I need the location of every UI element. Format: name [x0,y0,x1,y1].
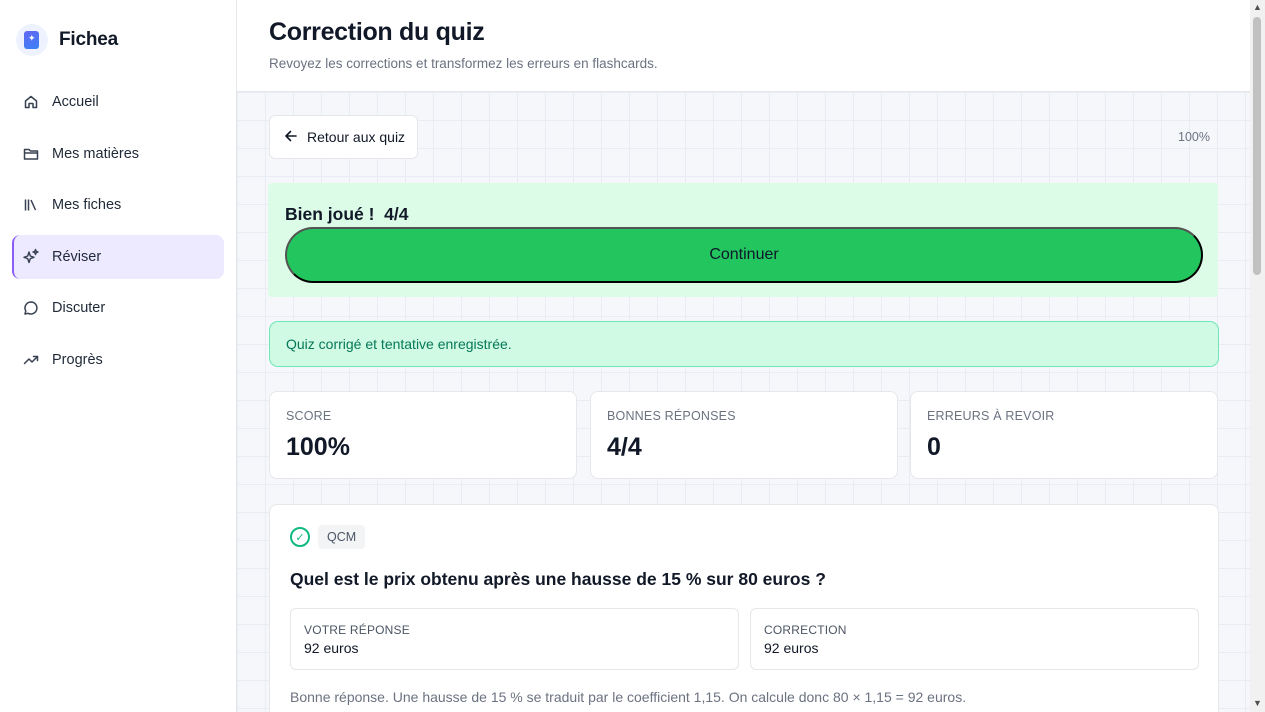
page-header: Correction du quiz Revoyez les correctio… [237,0,1250,92]
result-title: Bien joué ! 4/4 [285,204,409,224]
stat-label: BONNES RÉPONSES [607,409,736,423]
check-circle-icon: ✓ [290,527,310,547]
correction-label: CORRECTION [764,623,847,637]
page-title: Correction du quiz [269,18,485,46]
continue-button[interactable]: Continuer [285,227,1203,283]
success-alert: Quiz corrigé et tentative enregistrée. [269,321,1219,367]
sidebar-item-accueil[interactable]: Accueil [12,80,224,124]
stat-value: 4/4 [607,433,642,461]
sidebar-item-label: Mes fiches [52,197,122,213]
correction-box: CORRECTION 92 euros [750,608,1199,670]
stat-value: 0 [927,433,941,461]
stat-label: SCORE [286,409,332,423]
home-icon [22,93,40,111]
stat-value: 100% [286,433,350,461]
stat-label: ERREURS À REVOIR [927,409,1055,423]
sidebar-item-discuter[interactable]: Discuter [12,286,224,330]
your-answer-label: VOTRE RÉPONSE [304,623,410,637]
stat-card-score: SCORE 100% [269,391,577,479]
sparkles-icon [22,248,40,266]
sidebar-item-mes-fiches[interactable]: Mes fiches [12,183,224,227]
question-text: Quel est le prix obtenu après une hausse… [290,569,826,589]
page-scrollbar[interactable]: ▲ ▼ [1250,0,1265,712]
back-to-quizzes-button[interactable]: Retour aux quiz [269,115,418,159]
arrow-left-icon [284,129,298,146]
stat-card-errors: ERREURS À REVOIR 0 [910,391,1218,479]
explanation-text: Bonne réponse. Une hausse de 15 % se tra… [290,689,967,705]
brand[interactable]: ✦ Fichea [16,24,118,56]
your-answer-box: VOTRE RÉPONSE 92 euros [290,608,739,670]
app-logo-icon: ✦ [16,24,48,56]
sidebar-item-mes-matieres[interactable]: Mes matières [12,132,224,176]
sidebar-item-label: Progrès [52,351,103,368]
back-button-label: Retour aux quiz [307,129,406,145]
question-type-badge: QCM [318,525,366,549]
scrollbar-thumb[interactable] [1253,17,1261,275]
app-name: Fichea [59,29,118,50]
page-subtitle: Revoyez les corrections et transformez l… [269,56,658,71]
sidebar-nav: Accueil Mes matières Mes fiches Réviser … [12,80,224,389]
your-answer-value: 92 euros [304,640,359,656]
scroll-down-arrow-icon[interactable]: ▼ [1253,699,1262,708]
sidebar-item-label: Mes matières [52,145,140,162]
chat-bubble-icon [22,299,40,317]
result-panel: Bien joué ! 4/4 Continuer [268,183,1218,297]
sidebar-item-label: Réviser [52,248,102,265]
correction-value: 92 euros [764,640,819,656]
sidebar-item-label: Discuter [52,300,106,316]
sidebar: ✦ Fichea Accueil Mes matières Mes fiches [0,0,237,712]
sidebar-item-progres[interactable]: Progrès [12,338,224,382]
folder-icon [22,145,40,163]
books-icon [22,196,40,214]
sidebar-item-label: Accueil [52,94,99,110]
question-card: ✓ QCM Quel est le prix obtenu après une … [269,504,1219,712]
stat-card-correct-answers: BONNES RÉPONSES 4/4 [590,391,898,479]
sidebar-item-reviser[interactable]: Réviser [12,234,224,279]
scroll-up-arrow-icon[interactable]: ▲ [1253,3,1262,12]
progress-percentage: 100% [1178,130,1210,144]
main-content: Retour aux quiz 100% Bien joué ! 4/4 Con… [237,92,1250,712]
trending-up-icon [22,351,40,369]
